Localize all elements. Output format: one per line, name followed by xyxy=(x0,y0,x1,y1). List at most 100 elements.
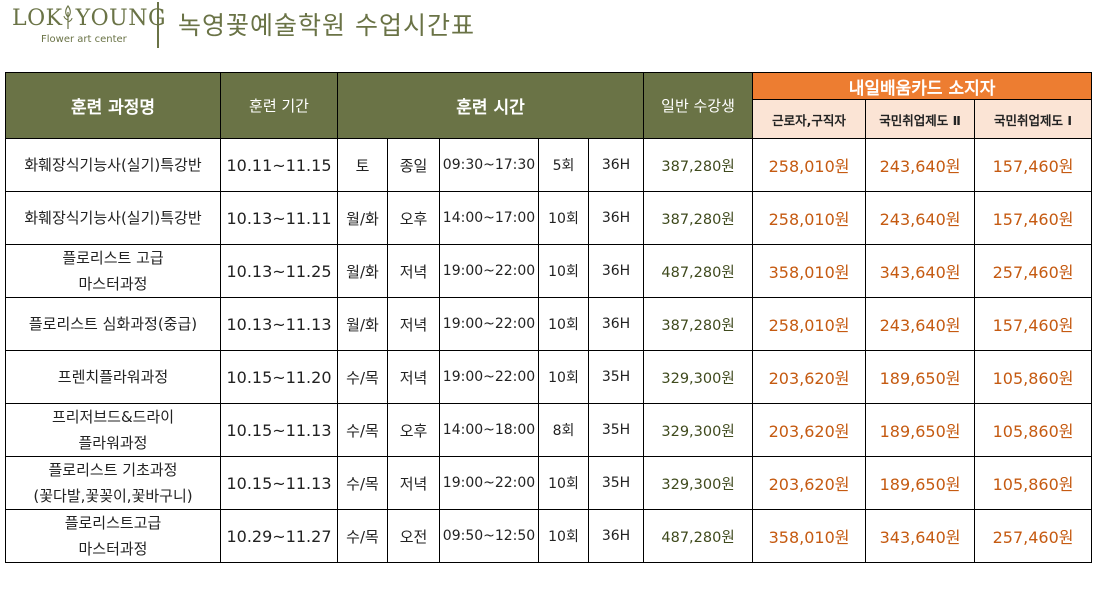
price-national-1-cell: 105,860원 xyxy=(974,403,1093,457)
schedule-table: 훈련 과정명 훈련 기간 훈련 시간 일반 수강생 내일배움카드 소지자 근로자… xyxy=(5,72,1093,563)
time-cell: 14:00~17:00 xyxy=(439,191,539,245)
table-row: 화훼장식기능사(실기)특강반 10.13~11.11 월/화 오후 14:00~17:0… xyxy=(5,191,1093,245)
period-cell: 10.13~11.13 xyxy=(220,297,338,351)
days-cell: 토 xyxy=(337,138,388,192)
price-worker-cell: 258,010원 xyxy=(752,297,867,351)
time-cell: 14:00~18:00 xyxy=(439,403,539,457)
price-worker-cell: 358,010원 xyxy=(752,244,867,298)
price-worker-cell: 203,620원 xyxy=(752,456,867,510)
price-national-1-cell: 157,460원 xyxy=(974,191,1093,245)
header-time: 훈련 시간 xyxy=(336,72,645,139)
period-cell: 10.13~11.11 xyxy=(220,191,338,245)
course-name-line: (꽃다발,꽃꽂이,꽃바구니) xyxy=(33,487,193,505)
course-name-line: 프렌치플라워과정 xyxy=(57,368,169,386)
table-row: 프리저브드&드라이 플라워과정 10.15~11.13 수/목 오후 14:00~18:0… xyxy=(5,403,1093,457)
slot-cell: 오전 xyxy=(387,509,440,563)
course-name-line: 플로리스트 심화과정(중급) xyxy=(28,315,198,333)
hours-cell: 36H xyxy=(587,509,645,563)
flower-icon xyxy=(63,4,73,29)
logo-subtitle: Flower art center xyxy=(41,34,127,45)
price-worker-cell: 258,010원 xyxy=(752,191,867,245)
price-general-cell: 329,300원 xyxy=(643,350,754,404)
days-cell: 월/화 xyxy=(337,191,388,245)
sessions-cell: 8회 xyxy=(538,403,589,457)
price-worker-cell: 203,620원 xyxy=(752,350,867,404)
price-national-1-cell: 157,460원 xyxy=(974,297,1093,351)
price-national-2-cell: 189,650원 xyxy=(865,456,976,510)
days-cell: 월/화 xyxy=(337,244,388,298)
price-national-2-cell: 243,640원 xyxy=(865,297,976,351)
price-general-cell: 387,280원 xyxy=(643,191,754,245)
table-row: 플로리스트 고급 마스터과정 10.13~11.25 월/화 저녁 19:00~22:00… xyxy=(5,244,1093,298)
course-name-line: 플로리스트 고급 xyxy=(62,249,164,267)
hours-cell: 36H xyxy=(587,191,645,245)
price-national-2-cell: 343,640원 xyxy=(865,509,976,563)
price-general-cell: 387,280원 xyxy=(643,297,754,351)
course-name-line: 플로리스트 기초과정 xyxy=(48,461,178,479)
table-row: 플로리스트 심화과정(중급) 10.13~11.13 월/화 저녁 19:00~22:0… xyxy=(5,297,1093,351)
slot-cell: 저녁 xyxy=(387,244,440,298)
course-name-line: 화훼장식기능사(실기)특강반 xyxy=(24,156,202,174)
price-general-cell: 487,280원 xyxy=(643,244,754,298)
slot-cell: 오후 xyxy=(387,403,440,457)
hours-cell: 35H xyxy=(587,403,645,457)
days-cell: 수/목 xyxy=(337,403,388,457)
course-name-cell: 플로리스트 고급 마스터과정 xyxy=(5,244,221,298)
header-card-group: 내일배움카드 소지자 xyxy=(752,72,1093,100)
price-national-1-cell: 105,860원 xyxy=(974,350,1093,404)
slot-cell: 저녁 xyxy=(387,456,440,510)
slot-cell: 오후 xyxy=(387,191,440,245)
time-cell: 19:00~22:00 xyxy=(439,350,539,404)
table-row: 플로리스트고급 마스터과정 10.29~11.27 수/목 오전 09:50~12:50 1… xyxy=(5,509,1093,563)
header-course: 훈련 과정명 xyxy=(5,72,221,139)
table-row: 플로리스트 기초과정 (꽃다발,꽃꽂이,꽃바구니) 10.15~11.13 수/목 저녁… xyxy=(5,456,1093,510)
days-cell: 수/목 xyxy=(337,350,388,404)
price-worker-cell: 358,010원 xyxy=(752,509,867,563)
time-cell: 19:00~22:00 xyxy=(439,297,539,351)
sessions-cell: 10회 xyxy=(538,297,589,351)
period-cell: 10.15~11.20 xyxy=(220,350,338,404)
time-cell: 19:00~22:00 xyxy=(439,456,539,510)
price-general-cell: 387,280원 xyxy=(643,138,754,192)
days-cell: 수/목 xyxy=(337,456,388,510)
price-national-2-cell: 243,640원 xyxy=(865,138,976,192)
days-cell: 수/목 xyxy=(337,509,388,563)
header-card-national-2: 국민취업제도 Ⅱ xyxy=(865,99,976,139)
price-national-2-cell: 343,640원 xyxy=(865,244,976,298)
slot-cell: 저녁 xyxy=(387,350,440,404)
table-row: 화훼장식기능사(실기)특강반 10.11~11.15 토 종일 09:30~17:30 5… xyxy=(5,138,1093,192)
header-card-national-1: 국민취업제도 Ⅰ xyxy=(974,99,1093,139)
course-name-line: 플로리스트고급 xyxy=(64,514,162,532)
time-cell: 19:00~22:00 xyxy=(439,244,539,298)
price-worker-cell: 203,620원 xyxy=(752,403,867,457)
hours-cell: 36H xyxy=(587,297,645,351)
sessions-cell: 10회 xyxy=(538,244,589,298)
header-general: 일반 수강생 xyxy=(643,72,754,139)
header-period: 훈련 기간 xyxy=(220,72,338,139)
course-name-line: 플라워과정 xyxy=(78,434,148,452)
days-cell: 월/화 xyxy=(337,297,388,351)
logo-text-left: LOK xyxy=(12,6,63,31)
price-general-cell: 329,300원 xyxy=(643,403,754,457)
period-cell: 10.11~11.15 xyxy=(220,138,338,192)
slot-cell: 종일 xyxy=(387,138,440,192)
price-national-1-cell: 257,460원 xyxy=(974,509,1093,563)
price-national-2-cell: 189,650원 xyxy=(865,403,976,457)
hours-cell: 36H xyxy=(587,244,645,298)
course-name-cell: 플로리스트 심화과정(중급) xyxy=(5,297,221,351)
logo: LOK YOUNG Flower art center xyxy=(12,4,166,50)
course-name-line: 프리저브드&드라이 xyxy=(51,408,175,426)
sessions-cell: 5회 xyxy=(538,138,589,192)
period-cell: 10.29~11.27 xyxy=(220,509,338,563)
price-national-1-cell: 157,460원 xyxy=(974,138,1093,192)
header-card-worker: 근로자,구직자 xyxy=(752,99,867,139)
hours-cell: 35H xyxy=(587,350,645,404)
slot-cell: 저녁 xyxy=(387,297,440,351)
course-name-cell: 프리저브드&드라이플라워과정 xyxy=(5,403,221,457)
schedule-body: 화훼장식기능사(실기)특강반 10.11~11.15 토 종일 09:30~17:30 5… xyxy=(5,138,1093,563)
price-general-cell: 487,280원 xyxy=(643,509,754,563)
time-cell: 09:50~12:50 xyxy=(439,509,539,563)
course-name-cell: 플로리스트고급 마스터과정 xyxy=(5,509,221,563)
table-row: 프렌치플라워과정 10.15~11.20 수/목 저녁 19:00~22:00 10회 35… xyxy=(5,350,1093,404)
course-name-cell: 프렌치플라워과정 xyxy=(5,350,221,404)
